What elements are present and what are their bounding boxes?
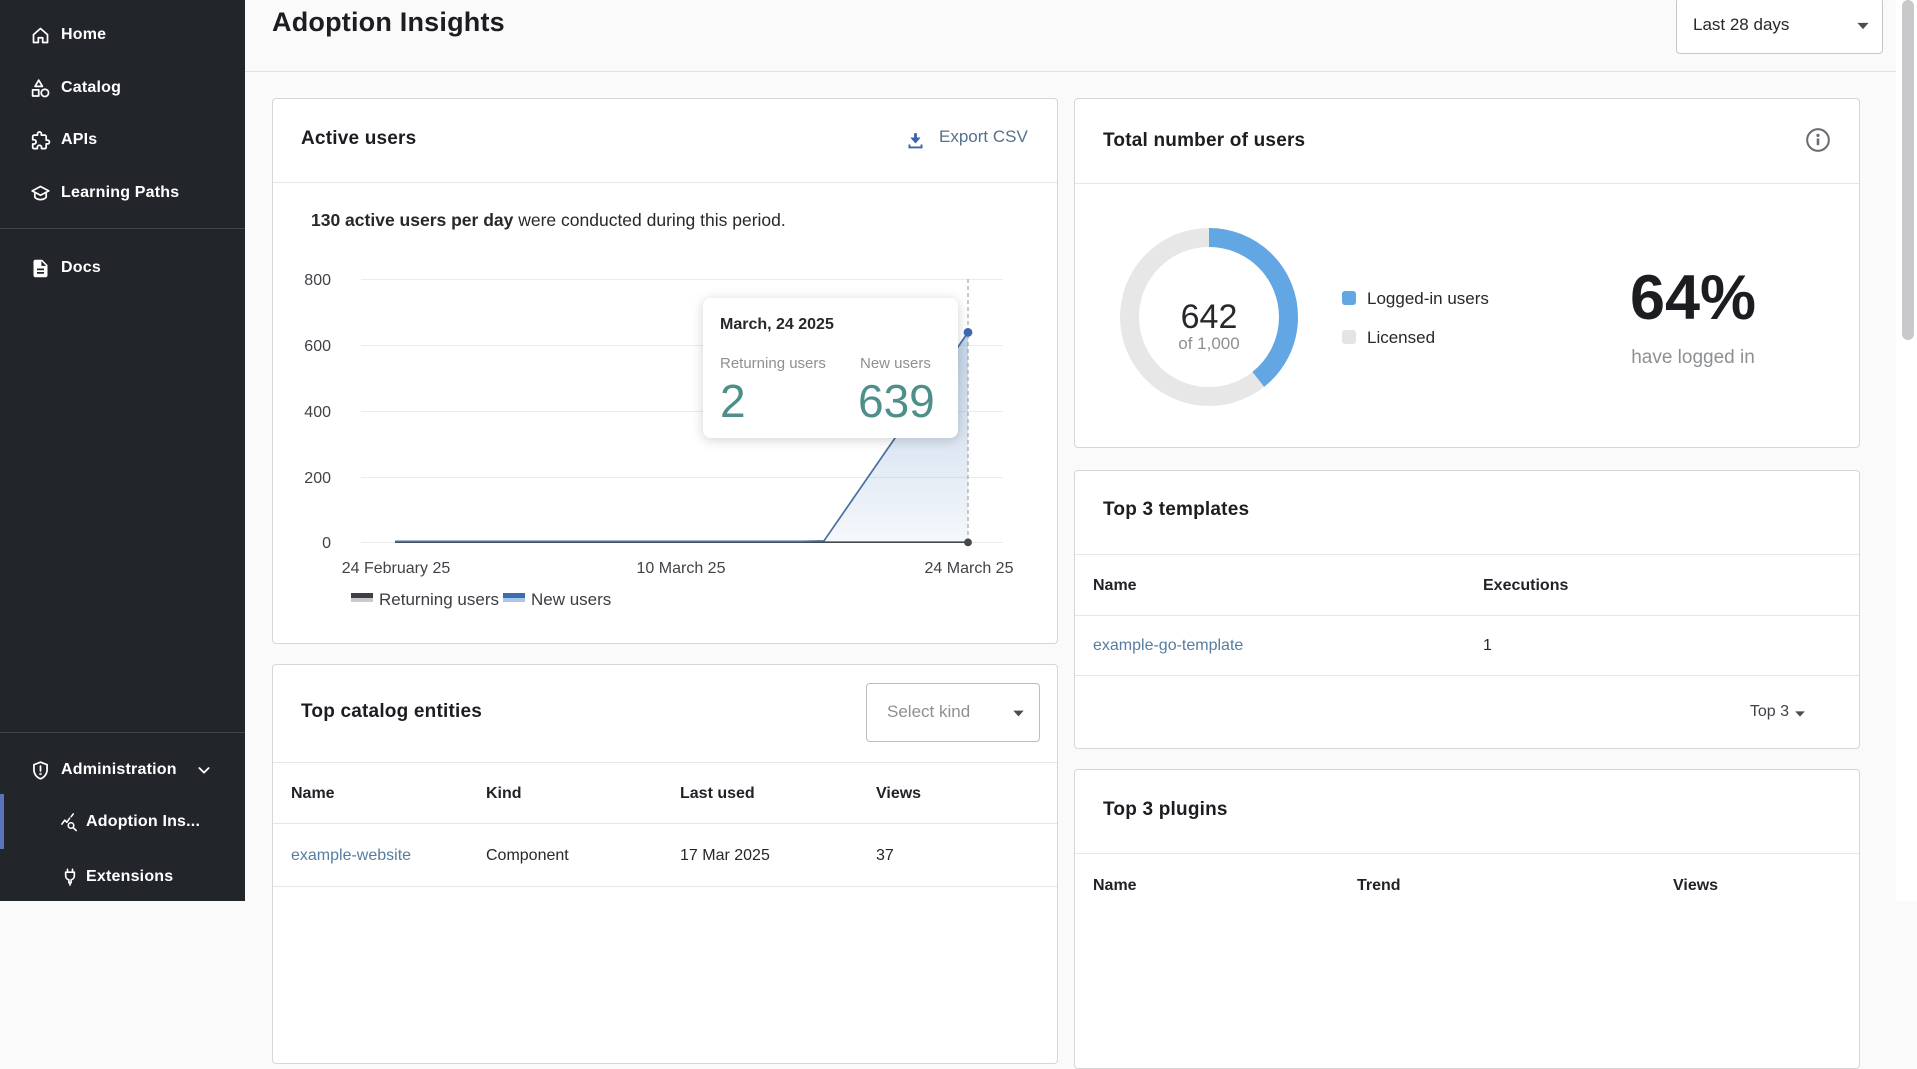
svg-text:800: 800: [304, 272, 331, 289]
svg-text:400: 400: [304, 404, 331, 421]
svg-text:24 February 25: 24 February 25: [342, 560, 451, 577]
svg-text:0: 0: [322, 535, 331, 552]
svg-text:600: 600: [304, 338, 331, 355]
svg-text:24 March 25: 24 March 25: [925, 560, 1014, 577]
svg-text:10 March 25: 10 March 25: [637, 560, 726, 577]
svg-text:200: 200: [304, 470, 331, 487]
svg-text:642: 642: [1181, 298, 1238, 336]
svg-text:of 1,000: of 1,000: [1178, 334, 1239, 353]
svg-text:Returning users: Returning users: [379, 590, 499, 609]
svg-text:New users: New users: [531, 590, 611, 609]
